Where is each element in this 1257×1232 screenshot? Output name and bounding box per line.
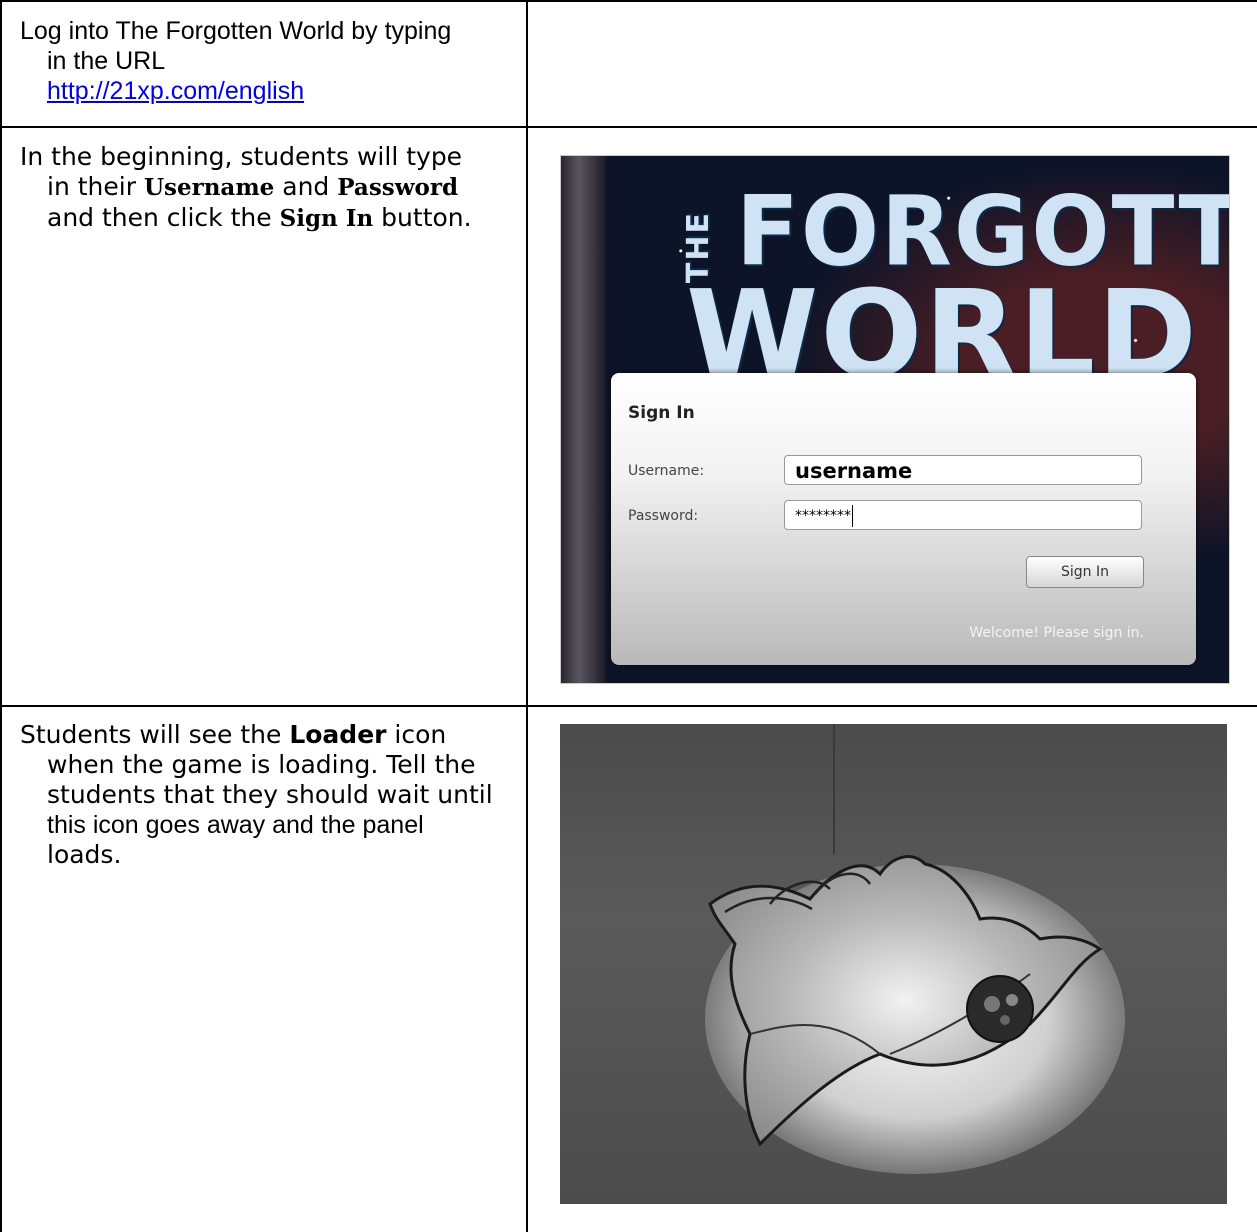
row-3-line-3: students that they should wait until — [47, 780, 493, 809]
logo-word-the: THE — [681, 211, 716, 284]
row-3-line-5: loads. — [47, 840, 122, 869]
row-3-line-1c: icon — [386, 720, 447, 749]
row-2-line-1: In the beginning, students will type — [20, 142, 463, 171]
row-2-line-3c: button. — [373, 203, 472, 232]
instruction-table: Log into The Forgotten World by typing i… — [0, 0, 1257, 1232]
loader-screenshot — [560, 724, 1227, 1204]
row-3-text: Students will see the Loader icon when t… — [20, 720, 520, 870]
password-input[interactable]: ******** — [784, 500, 1142, 530]
password-term: Password — [337, 174, 459, 201]
login-screenshot: FORGOTTEN WORLD THE Sign In Username: us… — [560, 155, 1230, 684]
sign-in-button[interactable]: Sign In — [1026, 556, 1144, 588]
username-label: Username: — [628, 463, 705, 479]
row-divider-2 — [0, 705, 1257, 707]
book-spine — [561, 156, 606, 683]
row-3-line-1a: Students will see the — [20, 720, 290, 749]
sign-in-term: Sign In — [279, 205, 374, 232]
password-label: Password: — [628, 508, 699, 524]
table-border-left — [0, 0, 2, 1232]
password-value: ******** — [795, 508, 851, 524]
dialog-title: Sign In — [628, 403, 695, 423]
row-divider-1 — [0, 126, 1257, 128]
sign-in-dialog: Sign In Username: username Password: ***… — [611, 373, 1196, 665]
row-1-line-1: Log into The Forgotten World by typing — [20, 17, 452, 45]
loader-term: Loader — [289, 720, 387, 749]
welcome-message: Welcome! Please sign in. — [969, 625, 1144, 641]
loader-body — [708, 855, 1103, 1147]
text-caret — [852, 505, 853, 527]
row-2-text: In the beginning, students will type in … — [20, 142, 520, 234]
loader-icon — [708, 855, 1103, 1147]
table-border-top — [0, 0, 1257, 2]
column-divider — [526, 0, 528, 1232]
loader-eye — [966, 975, 1034, 1043]
row-1-text: Log into The Forgotten World by typing i… — [20, 16, 520, 106]
username-term: Username — [143, 174, 275, 201]
row-2-line-2c: and — [274, 172, 338, 201]
row-2-line-3a: and then click the — [47, 203, 280, 232]
row-3-line-2: when the game is loading. Tell the — [47, 750, 476, 779]
username-value: username — [795, 459, 913, 483]
row-3-line-4: this icon goes away and the panel — [47, 811, 424, 839]
url-link[interactable]: http://21xp.com/english — [47, 77, 304, 105]
row-1-line-2: in the URL — [47, 47, 166, 75]
username-input[interactable]: username — [784, 455, 1142, 485]
row-2-line-2a: in their — [47, 172, 144, 201]
